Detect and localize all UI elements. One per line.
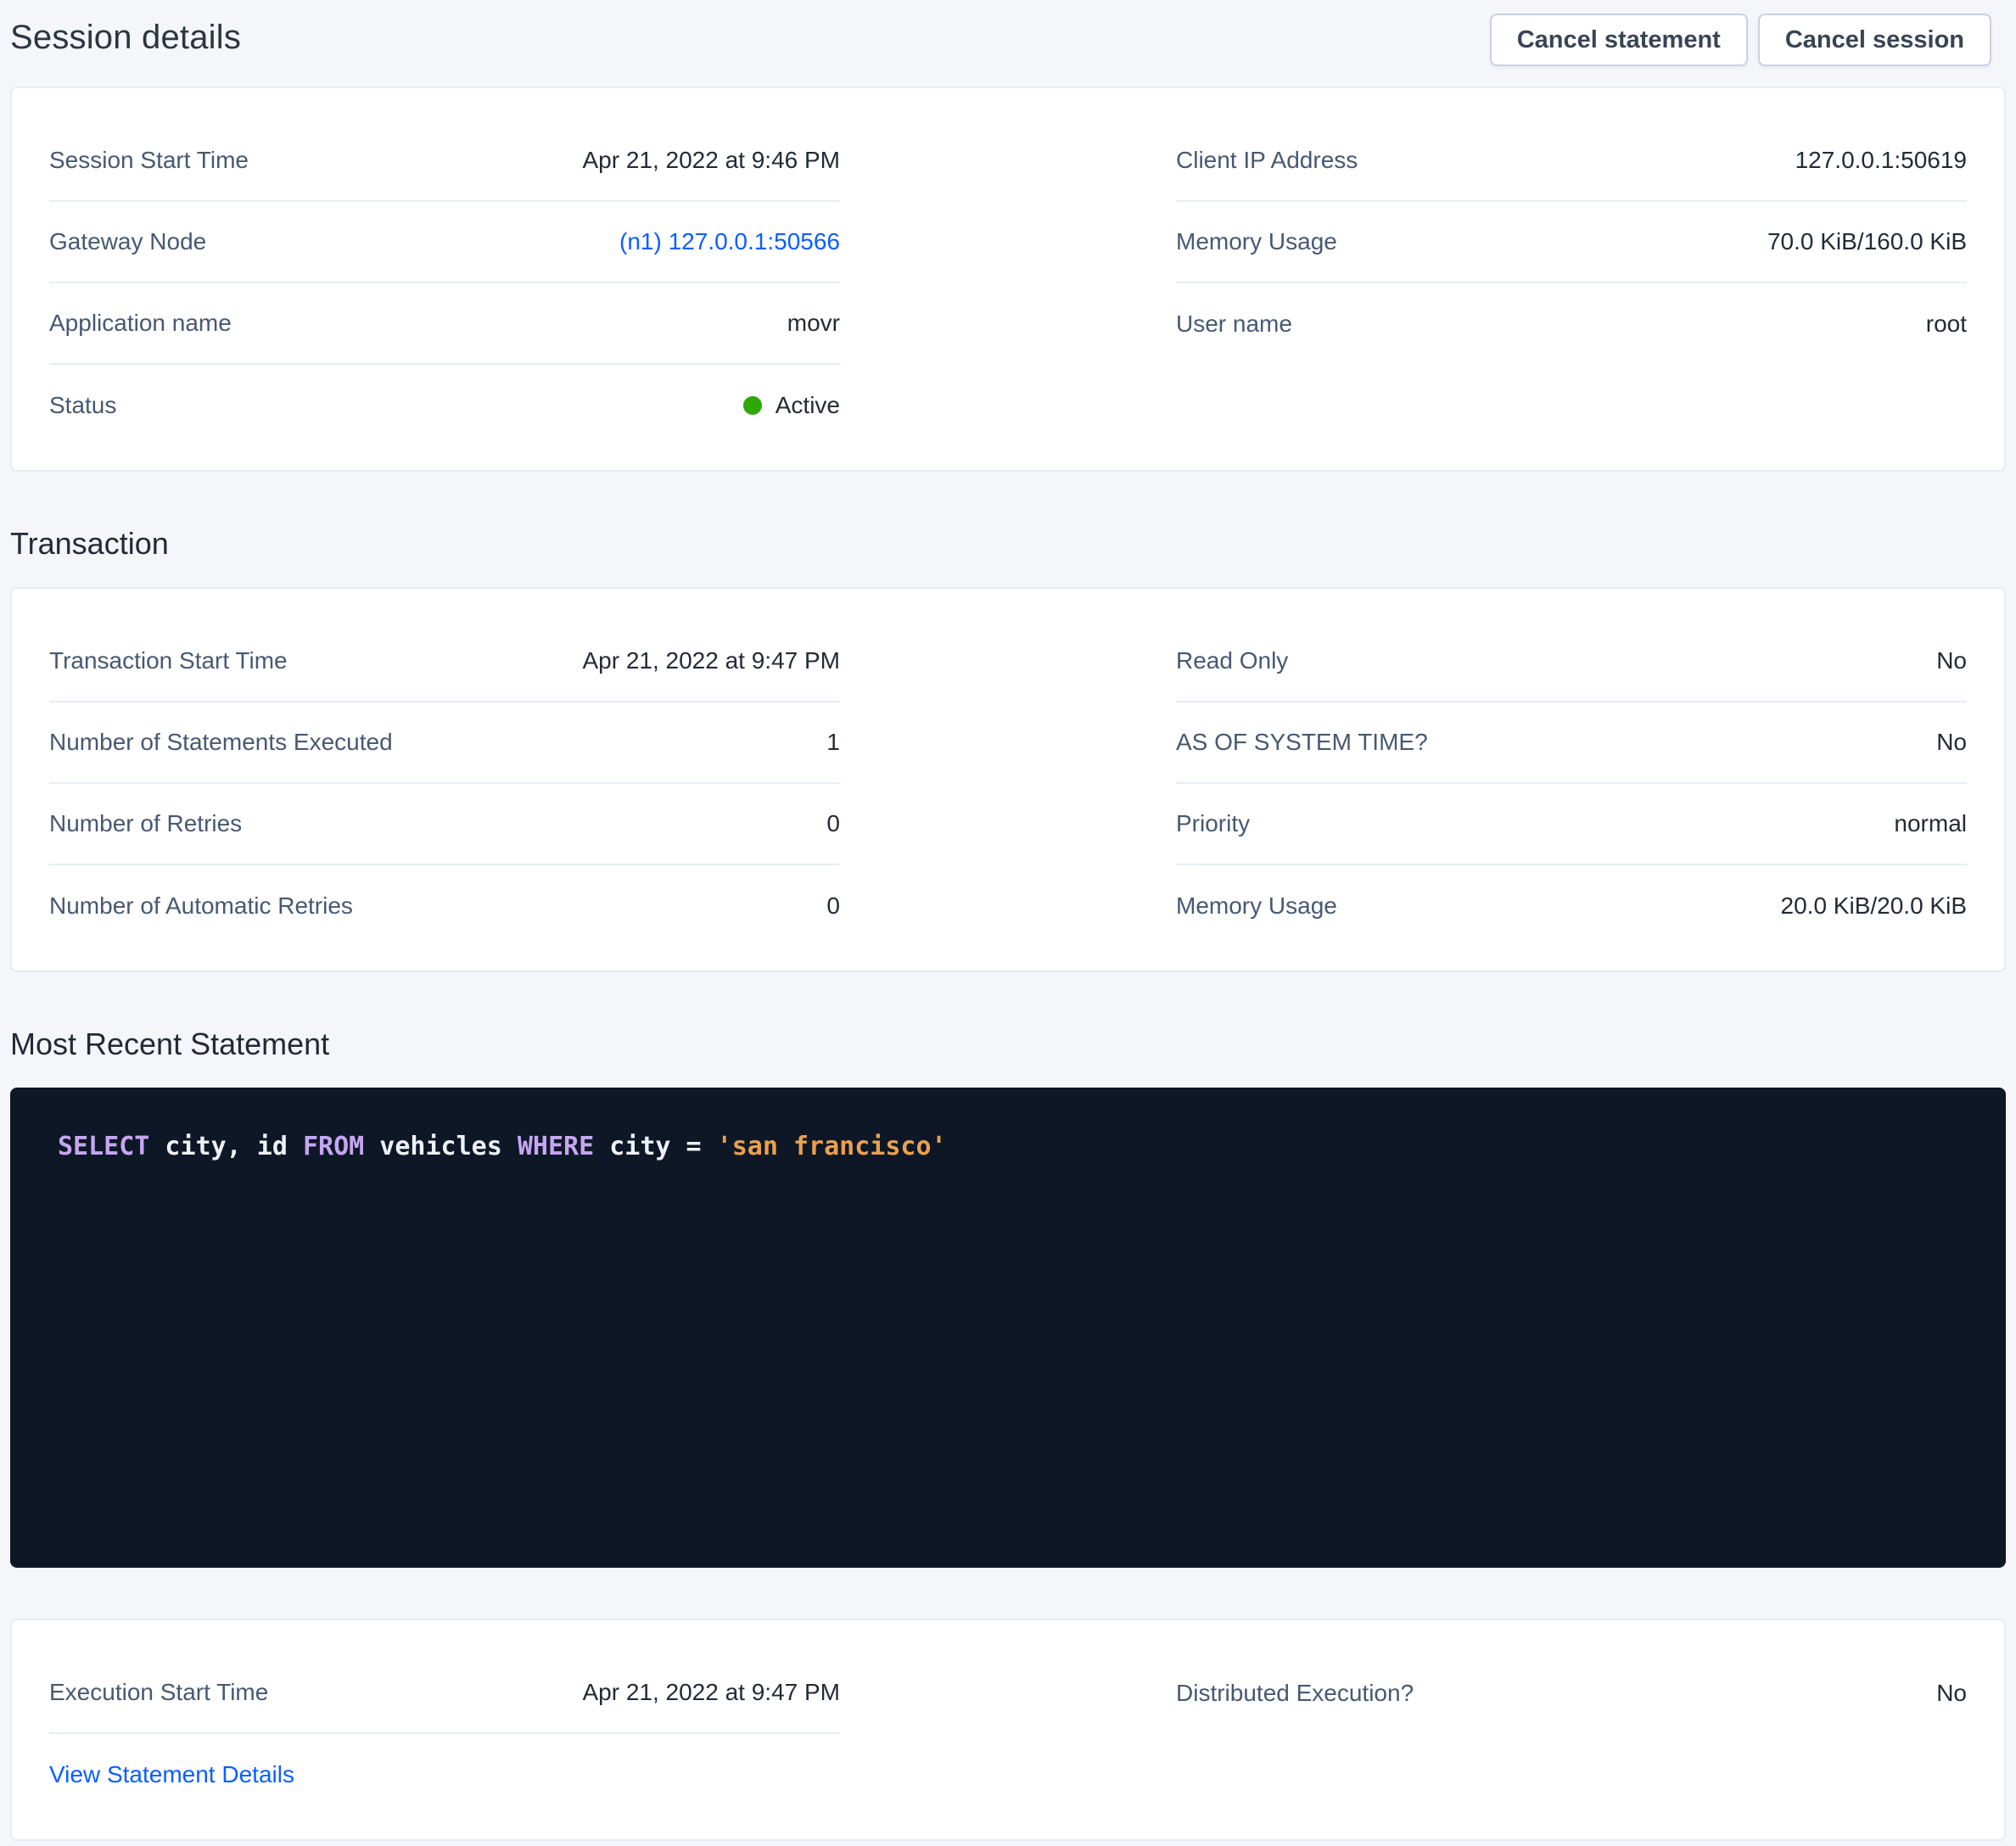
row-label: Application name <box>49 310 232 337</box>
transaction-card-right-column: Read Only No AS OF SYSTEM TIME? No Prior… <box>1176 621 1967 947</box>
row-label: AS OF SYSTEM TIME? <box>1176 729 1428 756</box>
row-label: Session Start Time <box>49 147 249 174</box>
row-label: Read Only <box>1176 647 1288 674</box>
statement-section-title: Most Recent Statement <box>10 1026 2016 1062</box>
session-summary-card: Session Start Time Apr 21, 2022 at 9:46 … <box>10 87 2006 472</box>
read-only-row: Read Only No <box>1176 621 1967 702</box>
row-label: Status <box>49 392 116 419</box>
row-label: Distributed Execution? <box>1176 1680 1414 1707</box>
header-actions: Cancel statement Cancel session <box>1490 14 1991 66</box>
row-value: root <box>1926 310 1967 338</box>
page-header: Session details Cancel statement Cancel … <box>0 0 2016 87</box>
row-value: Apr 21, 2022 at 9:47 PM <box>582 1679 840 1706</box>
row-label: Memory Usage <box>1176 892 1337 920</box>
transaction-summary-card: Transaction Start Time Apr 21, 2022 at 9… <box>10 587 2006 972</box>
user-name-row: User name root <box>1176 283 1967 365</box>
row-value: 70.0 KiB/160.0 KiB <box>1767 228 1967 255</box>
sql-string-literal: 'san francisco' <box>717 1132 947 1161</box>
row-label: Priority <box>1176 810 1250 837</box>
execution-summary-card: Execution Start Time Apr 21, 2022 at 9:4… <box>10 1619 2006 1841</box>
sql-statement: SELECT city, id FROM vehicles WHERE city… <box>58 1132 1972 1161</box>
view-statement-details-row: View Statement Details <box>49 1734 840 1815</box>
row-label: User name <box>1176 310 1292 338</box>
distributed-execution-row: Distributed Execution? No <box>1176 1653 1967 1734</box>
row-value: 0 <box>826 892 840 920</box>
row-label: Memory Usage <box>1176 228 1337 255</box>
row-value: 127.0.0.1:50619 <box>1795 147 1967 174</box>
status-active-icon <box>743 396 762 415</box>
automatic-retries-row: Number of Automatic Retries 0 <box>49 865 840 947</box>
cancel-session-button[interactable]: Cancel session <box>1758 14 1991 66</box>
execution-card-left-column: Execution Start Time Apr 21, 2022 at 9:4… <box>49 1653 840 1815</box>
row-label: Execution Start Time <box>49 1679 268 1706</box>
row-value: 20.0 KiB/20.0 KiB <box>1781 892 1967 920</box>
row-label: Gateway Node <box>49 228 206 255</box>
session-card-left-column: Session Start Time Apr 21, 2022 at 9:46 … <box>49 120 840 446</box>
gateway-node-link[interactable]: (n1) 127.0.0.1:50566 <box>619 228 840 255</box>
row-value: No <box>1936 647 1967 674</box>
sql-keyword: FROM <box>303 1132 364 1161</box>
sql-text: city = <box>594 1132 717 1161</box>
sql-keyword: WHERE <box>518 1132 594 1161</box>
row-value: No <box>1936 1680 1967 1707</box>
session-start-time-row: Session Start Time Apr 21, 2022 at 9:46 … <box>49 120 840 202</box>
execution-start-time-row: Execution Start Time Apr 21, 2022 at 9:4… <box>49 1653 840 1734</box>
row-label: Client IP Address <box>1176 147 1358 174</box>
page-title: Session details <box>10 19 241 57</box>
retries-row: Number of Retries 0 <box>49 784 840 865</box>
sql-code-block: SELECT city, id FROM vehicles WHERE city… <box>10 1088 2006 1568</box>
gateway-node-row: Gateway Node (n1) 127.0.0.1:50566 <box>49 202 840 283</box>
priority-row: Priority normal <box>1176 784 1967 865</box>
view-statement-details-link[interactable]: View Statement Details <box>49 1761 294 1788</box>
transaction-section-title: Transaction <box>10 526 2016 562</box>
row-label: Transaction Start Time <box>49 647 288 674</box>
status-row: Status Active <box>49 365 840 446</box>
row-value: No <box>1936 729 1967 756</box>
sql-text: vehicles <box>364 1132 518 1161</box>
row-value: Apr 21, 2022 at 9:46 PM <box>582 147 840 174</box>
transaction-card-left-column: Transaction Start Time Apr 21, 2022 at 9… <box>49 621 840 947</box>
sql-keyword: SELECT <box>58 1132 149 1161</box>
as-of-system-time-row: AS OF SYSTEM TIME? No <box>1176 702 1967 784</box>
row-label: Number of Automatic Retries <box>49 892 353 920</box>
row-value: normal <box>1894 810 1967 837</box>
row-value: 0 <box>826 810 840 837</box>
row-label: Number of Statements Executed <box>49 729 393 756</box>
status-value: Active <box>776 392 840 419</box>
statements-executed-row: Number of Statements Executed 1 <box>49 702 840 784</box>
status-badge: Active <box>743 392 840 419</box>
transaction-memory-usage-row: Memory Usage 20.0 KiB/20.0 KiB <box>1176 865 1967 947</box>
row-value: 1 <box>826 729 840 756</box>
session-memory-usage-row: Memory Usage 70.0 KiB/160.0 KiB <box>1176 202 1967 283</box>
cancel-statement-button[interactable]: Cancel statement <box>1490 14 1748 66</box>
sql-text: city, id <box>149 1132 303 1161</box>
row-value: Apr 21, 2022 at 9:47 PM <box>582 647 840 674</box>
transaction-start-time-row: Transaction Start Time Apr 21, 2022 at 9… <box>49 621 840 702</box>
row-value: movr <box>787 310 840 337</box>
execution-card-right-column: Distributed Execution? No <box>1176 1653 1967 1815</box>
row-label: Number of Retries <box>49 810 242 837</box>
application-name-row: Application name movr <box>49 283 840 365</box>
session-card-right-column: Client IP Address 127.0.0.1:50619 Memory… <box>1176 120 1967 446</box>
client-ip-row: Client IP Address 127.0.0.1:50619 <box>1176 120 1967 202</box>
